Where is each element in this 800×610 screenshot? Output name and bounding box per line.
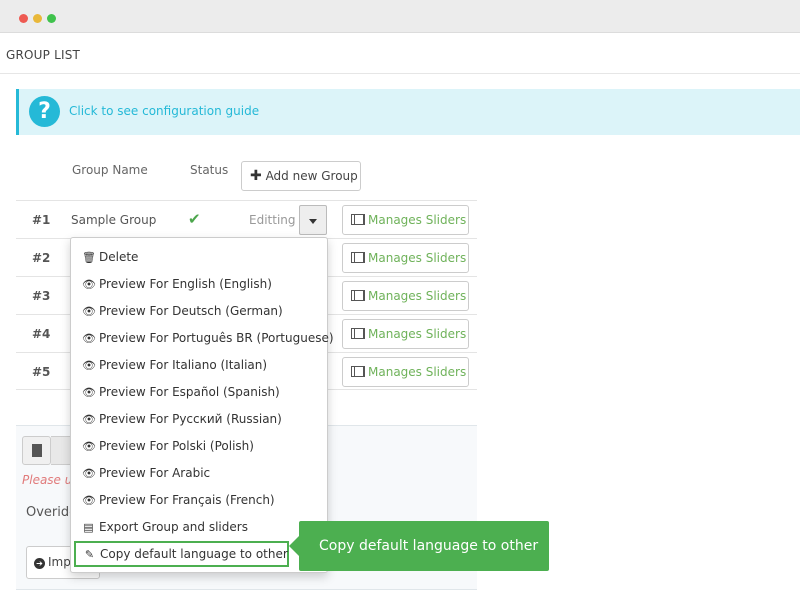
page-title: GROUP LIST [6, 48, 81, 62]
eye-icon: 👁 [82, 413, 96, 426]
menu-item-export[interactable]: ▤ Export Group and sliders [82, 520, 248, 534]
menu-item-label: Preview For English (English) [99, 277, 272, 291]
menu-item-label: Delete [99, 250, 139, 264]
menu-item-preview-french[interactable]: 👁 Preview For Français (French) [82, 493, 275, 507]
manage-sliders-button[interactable]: Manages Sliders [342, 357, 469, 387]
file-tab-button[interactable] [22, 436, 51, 465]
menu-item-preview-italian[interactable]: 👁 Preview For Italiano (Italian) [82, 358, 267, 372]
manage-sliders-button[interactable]: Manages Sliders [342, 243, 469, 273]
eye-icon: 👁 [82, 332, 96, 345]
menu-item-preview-polish[interactable]: 👁 Preview For Polski (Polish) [82, 439, 254, 453]
file-icon [32, 444, 42, 457]
actions-dropdown-toggle[interactable] [299, 205, 327, 235]
eye-icon: 👁 [82, 278, 96, 291]
group-name: Sample Group [71, 213, 157, 227]
manage-sliders-label: Manages Sliders [368, 251, 467, 265]
menu-item-label: Preview For Arabic [99, 466, 211, 480]
manage-sliders-label: Manages Sliders [368, 289, 467, 303]
row-number: #5 [32, 365, 51, 379]
row-number: #1 [32, 213, 51, 227]
status-header: Status [190, 163, 229, 177]
close-window-button[interactable] [19, 14, 28, 23]
callout-tooltip: Copy default language to other [289, 521, 549, 571]
question-icon: ? [29, 96, 60, 127]
menu-item-label: Export Group and sliders [99, 520, 248, 534]
menu-item-label: Preview For Polski (Polish) [99, 439, 254, 453]
archive-icon: ▤ [83, 521, 94, 534]
menu-item-preview-russian[interactable]: 👁 Preview For Русский (Russian) [82, 412, 282, 426]
window-titlebar [0, 0, 800, 33]
edit-icon: ✎ [84, 548, 95, 561]
row-number: #3 [32, 289, 51, 303]
minimize-window-button[interactable] [33, 14, 42, 23]
eye-icon: 👁 [82, 440, 96, 453]
arrow-circle-icon: ➔ [34, 558, 45, 569]
film-icon [351, 290, 365, 301]
group-actions-dropdown: 🗑 Delete 👁 Preview For English (English) 👁… [70, 237, 334, 573]
manage-sliders-button[interactable]: Manages Sliders [342, 205, 469, 235]
add-new-group-button[interactable]: ✚ Add new Group [241, 161, 361, 191]
eye-icon: 👁 [82, 467, 96, 480]
menu-item-preview-spanish[interactable]: 👁 Preview For Español (Spanish) [82, 385, 280, 399]
menu-item-preview-arabic[interactable]: 👁 Preview For Arabic [82, 466, 210, 480]
table-row: #1 Sample Group ✔ Editting Manages Slide… [16, 200, 477, 238]
menu-item-label: Copy default language to other [100, 547, 288, 561]
menu-item-delete[interactable]: 🗑 Delete [82, 250, 138, 264]
check-icon[interactable]: ✔ [188, 210, 201, 228]
trash-icon: 🗑 [82, 251, 96, 264]
menu-item-label: Preview For Italiano (Italian) [99, 358, 268, 372]
add-new-group-label: Add new Group [265, 169, 358, 183]
manage-sliders-label: Manages Sliders [368, 365, 467, 379]
film-icon [351, 214, 365, 225]
eye-icon: 👁 [82, 386, 96, 399]
menu-item-preview-portuguese[interactable]: 👁 Preview For Português BR (Portuguese) [82, 331, 334, 345]
eye-icon: 👁 [82, 305, 96, 318]
title-divider [0, 73, 800, 74]
manage-sliders-label: Manages Sliders [368, 213, 467, 227]
menu-item-label: Preview For Русский (Russian) [99, 412, 282, 426]
film-icon [351, 252, 365, 263]
manage-sliders-button[interactable]: Manages Sliders [342, 319, 469, 349]
menu-item-label: Preview For Deutsch (German) [99, 304, 283, 318]
menu-item-copy-default-language[interactable]: ✎ Copy default language to other [74, 541, 289, 567]
eye-icon: 👁 [82, 494, 96, 507]
eye-icon: 👁 [82, 359, 96, 372]
import-label: Imp [48, 555, 71, 569]
menu-item-label: Preview For Español (Spanish) [99, 385, 280, 399]
maximize-window-button[interactable] [47, 14, 56, 23]
menu-item-preview-german[interactable]: 👁 Preview For Deutsch (German) [82, 304, 283, 318]
row-number: #2 [32, 251, 51, 265]
manage-sliders-label: Manages Sliders [368, 327, 467, 341]
configuration-guide-link[interactable]: Click to see configuration guide [69, 104, 259, 118]
configuration-guide-banner[interactable]: ? Click to see configuration guide [16, 89, 800, 135]
film-icon [351, 328, 365, 339]
plus-icon: ✚ [250, 168, 262, 184]
group-name-header: Group Name [72, 163, 148, 177]
edit-link[interactable]: Editting [249, 213, 296, 227]
menu-item-preview-english[interactable]: 👁 Preview For English (English) [82, 277, 272, 291]
row-number: #4 [32, 327, 51, 341]
menu-item-label: Preview For Português BR (Portuguese) [99, 331, 334, 345]
manage-sliders-button[interactable]: Manages Sliders [342, 281, 469, 311]
film-icon [351, 366, 365, 377]
menu-item-label: Preview For Français (French) [99, 493, 275, 507]
